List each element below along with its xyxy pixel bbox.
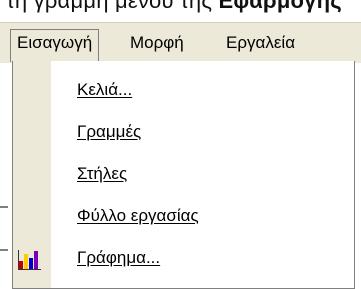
menu-insert-label: Εισαγωγή — [17, 33, 93, 52]
menu-item-cells[interactable]: Κελιά... — [13, 69, 354, 111]
top-strip: τη γραμμή μενού της Εφαρμογής — [0, 0, 361, 22]
menu-item-worksheet[interactable]: Φύλλο εργασίας — [13, 195, 354, 237]
top-strip-text-bold: Εφαρμογής — [218, 0, 342, 13]
menu-item-rows[interactable]: Γραμμές — [13, 111, 354, 153]
menu-insert[interactable]: Εισαγωγή — [10, 29, 100, 62]
insert-dropdown-menu: Κελιά... Γραμμές Στήλες Φύλλο εργασίας Γ… — [12, 61, 355, 289]
menu-item-rows-label: Γραμμές — [77, 122, 142, 141]
menu-item-chart[interactable]: Γράφημα... — [13, 237, 354, 279]
menu-item-columns[interactable]: Στήλες — [13, 153, 354, 195]
menu-format[interactable]: Μορφή — [130, 30, 184, 56]
menu-tools[interactable]: Εργαλεία — [226, 30, 295, 56]
menu-item-cells-label: Κελιά... — [77, 80, 133, 99]
menu-item-worksheet-label: Φύλλο εργασίας — [77, 206, 199, 225]
screenshot-canvas: τη γραμμή μενού της Εφαρμογής Εισαγωγή Μ… — [0, 0, 361, 289]
menu-item-columns-label: Στήλες — [77, 164, 128, 183]
menu-format-label: Μορφή — [130, 33, 184, 52]
top-strip-text: τη γραμμή μενού της Εφαρμογής — [6, 0, 342, 14]
left-edge-mark — [0, 206, 8, 208]
top-strip-text-before: τη γραμμή μενού της — [6, 0, 219, 13]
menu-bar: Εισαγωγή Μορφή Εργαλεία — [0, 22, 361, 63]
menu-item-chart-label: Γράφημα... — [77, 248, 161, 267]
chart-icon — [18, 250, 42, 270]
menu-tools-label: Εργαλεία — [226, 33, 296, 52]
left-edge-mark — [0, 249, 8, 251]
